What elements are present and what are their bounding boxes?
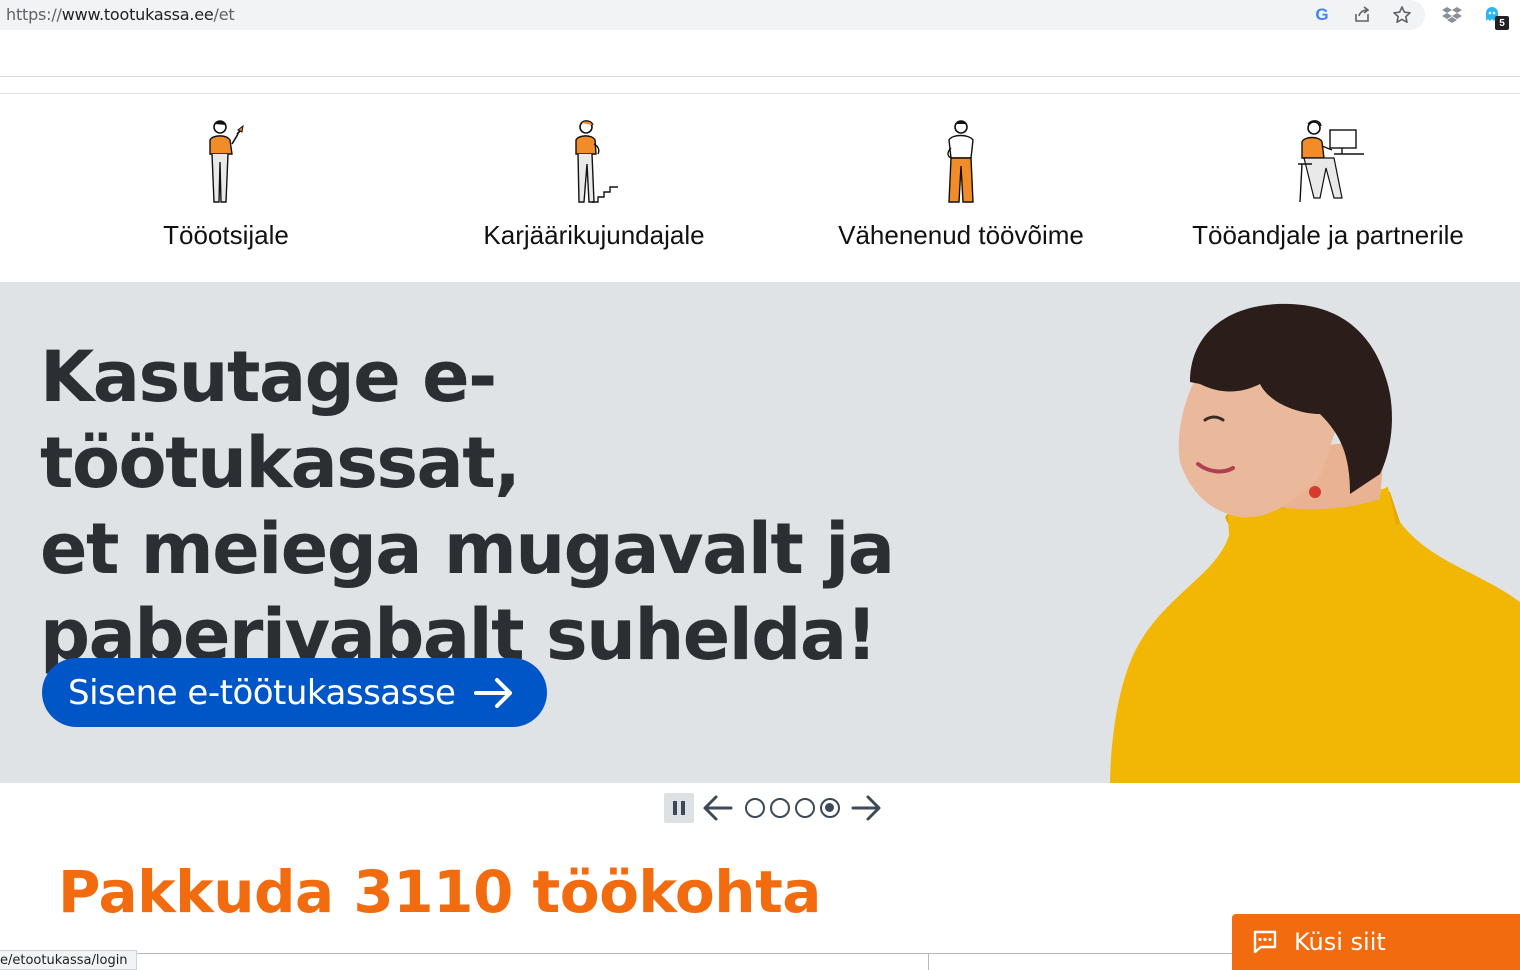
audience-label: Karjäärikujundajale (483, 220, 705, 250)
slide-dot-3[interactable] (794, 798, 815, 818)
column-divider (928, 954, 929, 970)
extension-badge: 5 (1495, 16, 1509, 30)
cta-label: Sisene e-töötukassasse (68, 672, 456, 713)
audience-item-reduced-capacity[interactable]: Vähenenud töövõime (771, 94, 1151, 282)
woman-portrait-image (1110, 303, 1520, 783)
slide-dot-4[interactable] (819, 798, 840, 818)
carousel-controls (664, 792, 890, 824)
address-bar[interactable]: https://www.tootukassa.ee/et G (0, 0, 1425, 30)
audience-item-employer[interactable]: Tööandjale ja partnerile (1138, 94, 1518, 282)
chat-button[interactable]: Küsi siit (1232, 914, 1520, 970)
star-icon[interactable] (1390, 3, 1414, 27)
chat-label: Küsi siit (1294, 928, 1386, 956)
audience-nav: Tööotsijale Karjäärikujundajale Vähenenu… (0, 94, 1520, 282)
url-text[interactable]: https://www.tootukassa.ee/et (6, 5, 235, 24)
arrow-right-icon (851, 795, 881, 821)
arrow-left-icon (703, 795, 733, 821)
next-slide-button[interactable] (850, 794, 882, 822)
site-header (0, 32, 1520, 77)
google-icon[interactable]: G (1310, 3, 1334, 27)
hero-heading: Kasutage e-töötukassat, et meiega mugava… (40, 336, 895, 676)
chat-bubble-icon (1252, 929, 1278, 955)
link-status-bar: e/etootukassa/login (0, 950, 137, 970)
browser-toolbar: https://www.tootukassa.ee/et G 5 (0, 0, 1520, 32)
hero-banner: Kasutage e-töötukassat, et meiega mugava… (0, 282, 1520, 783)
audience-label: Vähenenud töövõime (838, 220, 1084, 250)
slide-dot-2[interactable] (769, 798, 790, 818)
reduced-capacity-illustration-icon (947, 120, 974, 203)
audience-label: Tööandjale ja partnerile (1192, 220, 1464, 250)
login-e-tootukassa-button[interactable]: Sisene e-töötukassasse (42, 658, 547, 727)
career-illustration-icon (575, 120, 618, 203)
previous-slide-button[interactable] (702, 794, 734, 822)
dropbox-icon[interactable] (1440, 3, 1464, 27)
audience-item-jobseeker[interactable]: Tööotsijale (36, 94, 416, 282)
jobseeker-illustration-icon (209, 120, 244, 203)
share-icon[interactable] (1350, 3, 1374, 27)
slide-dot-1[interactable] (744, 798, 765, 818)
arrow-right-icon (473, 677, 515, 709)
employer-illustration-icon (1298, 120, 1364, 203)
audience-label: Tööotsijale (163, 220, 289, 250)
pause-button[interactable] (664, 793, 694, 823)
audience-item-career[interactable]: Karjäärikujundajale (404, 94, 784, 282)
section-divider (0, 953, 1240, 954)
job-count-heading: Pakkuda 3110 töökohta (58, 858, 821, 926)
